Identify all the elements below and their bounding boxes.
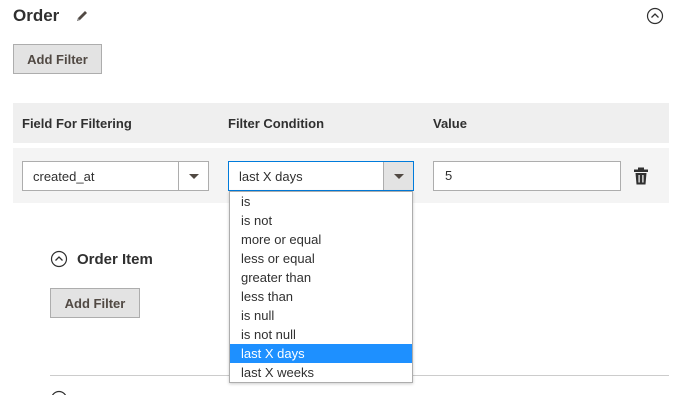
collapse-circle-icon[interactable] xyxy=(50,390,68,395)
dropdown-option[interactable]: last X weeks xyxy=(230,363,412,382)
value-input[interactable]: 5 xyxy=(433,161,621,191)
collapse-circle-icon[interactable] xyxy=(646,7,664,25)
field-select-value: created_at xyxy=(33,169,95,184)
order-item-title: Order Item xyxy=(77,251,153,268)
field-select[interactable]: created_at xyxy=(22,161,209,191)
add-filter-button[interactable]: Add Filter xyxy=(13,44,102,74)
condition-dropdown: is is not more or equal less or equal gr… xyxy=(229,191,413,383)
dropdown-option[interactable]: less than xyxy=(230,287,412,306)
header-filter-condition: Filter Condition xyxy=(228,116,325,131)
dropdown-option[interactable]: more or equal xyxy=(230,230,412,249)
dropdown-option[interactable]: greater than xyxy=(230,268,412,287)
order-section-title: Order xyxy=(13,6,60,25)
add-filter-button[interactable]: Add Filter xyxy=(50,288,140,318)
dropdown-option[interactable]: is null xyxy=(230,306,412,325)
chevron-down-icon[interactable] xyxy=(383,162,413,190)
dropdown-option[interactable]: is not null xyxy=(230,325,412,344)
collapse-circle-icon[interactable] xyxy=(50,250,68,268)
chevron-down-icon[interactable] xyxy=(178,162,208,190)
dropdown-option[interactable]: is xyxy=(230,192,412,211)
filter-table-header: Field For Filtering Filter Condition Val… xyxy=(13,103,669,143)
header-value: Value xyxy=(433,116,467,131)
trash-icon[interactable] xyxy=(633,167,649,185)
header-field-for-filtering: Field For Filtering xyxy=(22,116,132,131)
dropdown-option-selected[interactable]: last X days xyxy=(230,344,412,363)
dropdown-option[interactable]: less or equal xyxy=(230,249,412,268)
condition-select-value: last X days xyxy=(239,169,303,184)
dropdown-option[interactable]: is not xyxy=(230,211,412,230)
condition-select[interactable]: last X days xyxy=(228,161,414,191)
pencil-icon[interactable] xyxy=(75,9,89,23)
